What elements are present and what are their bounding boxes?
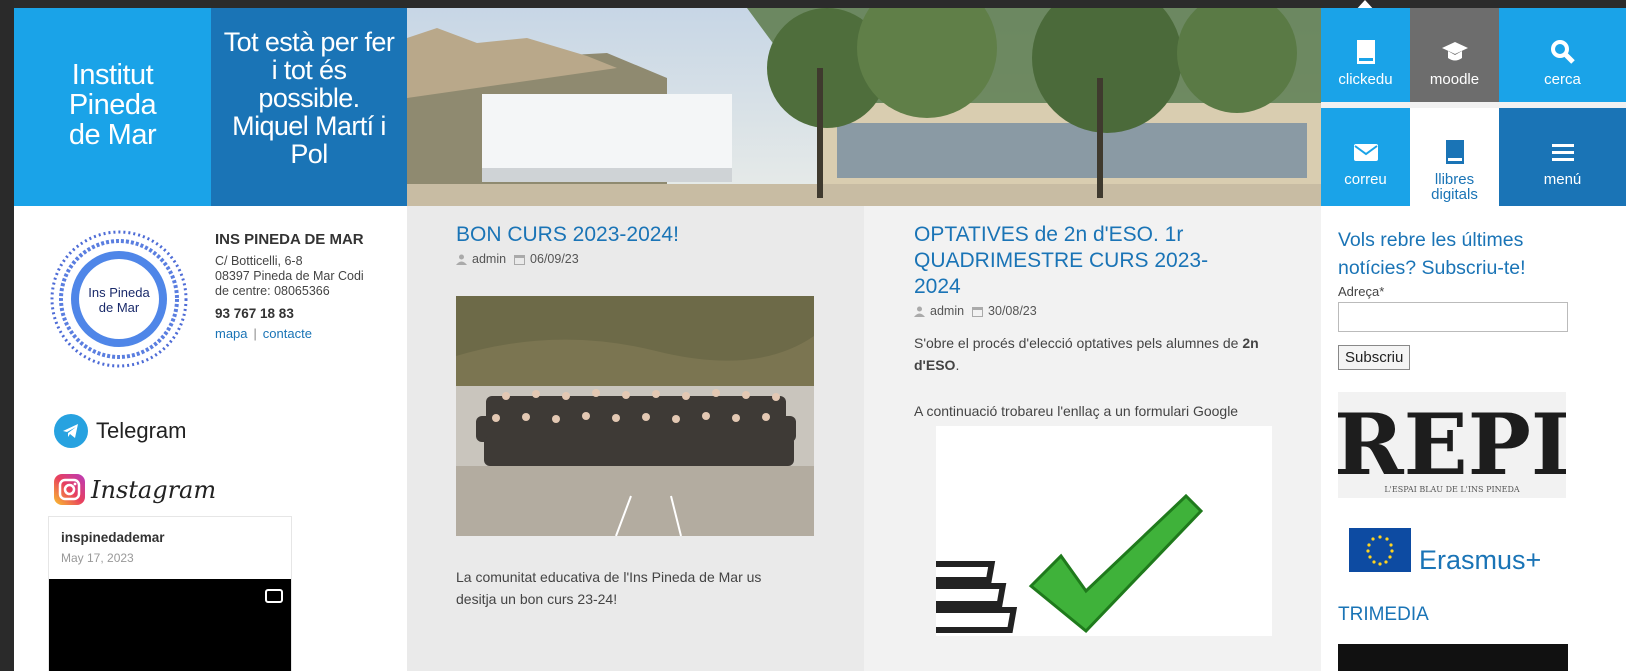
post-meta: admin 30/08/23 xyxy=(914,304,1321,318)
header-quote: Tot està per fer i tot és possible. Miqu… xyxy=(211,8,407,206)
graduation-cap-icon xyxy=(1441,42,1468,61)
post-author[interactable]: admin xyxy=(930,304,964,318)
post-meta: admin 06/09/23 xyxy=(456,252,864,266)
instagram-feed: inspinedademar May 17, 2023 xyxy=(48,516,292,671)
post-title[interactable]: OPTATIVES de 2n d'ESO. 1r QUADRIMESTRE C… xyxy=(914,222,1234,300)
repi-subtitle: L'ESPAI BLAU DE L'INS PINEDA xyxy=(1384,485,1520,494)
post-body-text: . xyxy=(955,357,960,373)
post-bon-curs: BON CURS 2023-2024! admin 06/09/23 La co… xyxy=(407,206,864,671)
calendar-icon xyxy=(972,306,984,317)
email-field[interactable] xyxy=(1338,302,1568,332)
logo-line: Institut xyxy=(71,59,154,91)
address-line: de centre: 08065366 xyxy=(215,284,330,298)
book-icon xyxy=(1356,40,1375,64)
email-label: Adreça* xyxy=(1338,284,1385,299)
feed-video[interactable] xyxy=(49,579,291,671)
telegram-icon xyxy=(54,414,88,448)
trimedia-heading: TRIMEDIA xyxy=(1338,604,1429,625)
erasmus-label: Erasmus+ xyxy=(1419,545,1542,575)
school-name: INS PINEDA DE MAR xyxy=(215,231,364,248)
seal-text: de Mar xyxy=(99,300,140,315)
trimedia-embed[interactable] xyxy=(1338,644,1568,671)
address-line: C/ Botticelli, 6-8 xyxy=(215,254,303,268)
post-body-line: A continuació trobareu l'enllaç a un for… xyxy=(914,403,1239,419)
staff-group-photo[interactable] xyxy=(456,296,814,537)
tile-clickedu[interactable]: clickedu xyxy=(1321,8,1410,102)
tile-label: menú xyxy=(1543,171,1582,188)
checkmark-image[interactable] xyxy=(925,426,1272,636)
instagram-label: Instagram xyxy=(91,475,217,504)
newsletter-heading-line: Vols rebre les últimes xyxy=(1338,229,1524,251)
user-icon xyxy=(914,306,925,317)
post-date: 30/08/23 xyxy=(988,304,1037,318)
tile-cerca[interactable]: cerca xyxy=(1499,8,1626,102)
eu-flag-icon xyxy=(1349,528,1411,572)
top-bar xyxy=(14,0,1626,8)
quote-line: Pol xyxy=(290,139,328,169)
hero-banner-image xyxy=(407,8,1321,206)
instagram-icon xyxy=(54,474,85,505)
envelope-icon xyxy=(1353,144,1378,161)
post-title[interactable]: BON CURS 2023-2024! xyxy=(456,222,776,248)
post-body-line: S'obre el procés d'elecció optatives pel… xyxy=(914,332,1284,376)
tile-label: cerca xyxy=(1544,71,1581,88)
instagram-link[interactable]: Instagram xyxy=(54,474,216,505)
tile-llibres-digitals[interactable]: llibres digitals xyxy=(1410,108,1499,206)
newsletter-heading: Vols rebre les últimes notícies? Subscri… xyxy=(1338,226,1598,282)
tile-correu[interactable]: correu xyxy=(1321,108,1410,206)
telegram-label: Telegram xyxy=(96,418,187,443)
telegram-link[interactable]: Telegram xyxy=(54,414,186,448)
calendar-icon xyxy=(514,254,526,265)
post-title-line: OPTATIVES de 2n d'ESO. 1r xyxy=(914,223,1184,246)
quote-line: Miquel Martí i xyxy=(232,111,386,141)
tile-label: moodle xyxy=(1429,71,1480,88)
feed-username[interactable]: inspinedademar xyxy=(61,530,291,545)
post-body-text: S'obre el procés d'elecció optatives pel… xyxy=(914,335,1239,351)
tile-menu[interactable]: menú xyxy=(1499,108,1626,206)
repi-banner[interactable]: REPI L'ESPAI BLAU DE L'INS PINEDA xyxy=(1338,392,1566,498)
seal-text: Ins Pineda xyxy=(88,285,150,300)
subscribe-button[interactable]: Subscriu xyxy=(1338,345,1411,370)
tile-moodle[interactable]: moodle xyxy=(1410,8,1499,102)
tile-label: correu xyxy=(1344,171,1387,188)
tile-label: clickedu xyxy=(1338,71,1393,88)
post-author[interactable]: admin xyxy=(472,252,506,266)
erasmus-link[interactable]: Erasmus+ xyxy=(1349,528,1541,575)
map-link[interactable]: mapa xyxy=(215,326,248,341)
school-seal-logo[interactable]: Ins Pineda de Mar xyxy=(50,230,188,368)
link-separator: | xyxy=(253,327,257,341)
post-optatives: OPTATIVES de 2n d'ESO. 1r QUADRIMESTRE C… xyxy=(864,206,1321,671)
post-title-line: 2024 xyxy=(914,275,961,298)
tile-label: llibres xyxy=(1434,171,1475,188)
book-icon xyxy=(1445,140,1464,164)
quote-line: Tot està per fer xyxy=(223,27,395,57)
school-phone: 93 767 18 83 xyxy=(215,306,294,321)
quick-links: clickedu moodle cerca correu llibres dig… xyxy=(1321,8,1626,206)
feed-date: May 17, 2023 xyxy=(61,551,134,565)
contact-link[interactable]: contacte xyxy=(263,326,312,341)
left-sidebar: Ins Pineda de Mar INS PINEDA DE MAR C/ B… xyxy=(14,206,407,671)
repi-title: REPI xyxy=(1338,395,1566,494)
hamburger-icon xyxy=(1551,144,1574,161)
post-title-line: QUADRIMESTRE CURS 2023- xyxy=(914,249,1209,272)
user-icon xyxy=(456,254,467,265)
search-icon xyxy=(1550,40,1575,64)
tile-label: digitals xyxy=(1431,186,1478,203)
video-camera-icon xyxy=(265,589,283,603)
logo-line: de Mar xyxy=(68,119,157,151)
quote-line: possible. xyxy=(258,83,360,113)
address-line: 08397 Pineda de Mar Codi xyxy=(215,269,364,283)
newsletter-heading-line: notícies? Subscriu-te! xyxy=(1338,257,1526,279)
right-sidebar: Vols rebre les últimes notícies? Subscri… xyxy=(1321,206,1626,671)
quote-line: i tot és xyxy=(271,55,347,85)
post-date: 06/09/23 xyxy=(530,252,579,266)
school-info: INS PINEDA DE MAR C/ Botticelli, 6-8 083… xyxy=(215,232,395,342)
post-body-line: La comunitat educativa de l'Ins Pineda d… xyxy=(456,569,762,585)
logo-line: Pineda xyxy=(68,89,157,121)
page: Institut Pineda de Mar Tot està per fer … xyxy=(14,0,1626,671)
site-logo[interactable]: Institut Pineda de Mar xyxy=(14,8,211,206)
post-body-line: desitja un bon curs 23-24! xyxy=(456,591,618,607)
